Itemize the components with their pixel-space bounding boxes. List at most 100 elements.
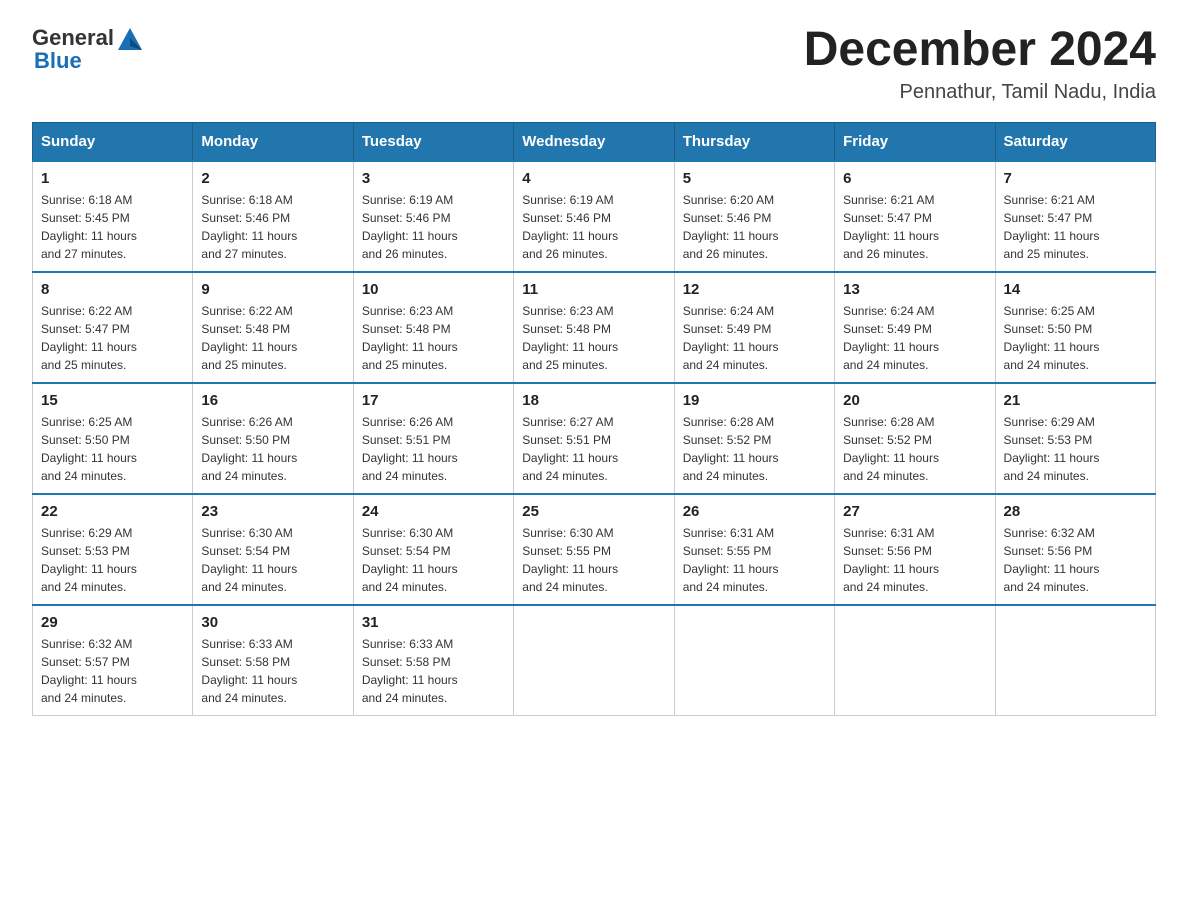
day-number: 22 — [41, 503, 184, 520]
empty-cell — [674, 605, 834, 716]
day-info: Sunrise: 6:21 AMSunset: 5:47 PMDaylight:… — [1004, 191, 1147, 263]
day-number: 21 — [1004, 392, 1147, 409]
day-number: 27 — [843, 503, 986, 520]
day-number: 7 — [1004, 170, 1147, 187]
empty-cell — [995, 605, 1155, 716]
day-number: 5 — [683, 170, 826, 187]
day-cell-24: 24 Sunrise: 6:30 AMSunset: 5:54 PMDayligh… — [353, 494, 513, 605]
day-number: 11 — [522, 281, 665, 298]
day-cell-27: 27 Sunrise: 6:31 AMSunset: 5:56 PMDayligh… — [835, 494, 995, 605]
day-info: Sunrise: 6:25 AMSunset: 5:50 PMDaylight:… — [41, 413, 184, 485]
day-number: 9 — [201, 281, 344, 298]
day-number: 19 — [683, 392, 826, 409]
day-cell-2: 2 Sunrise: 6:18 AMSunset: 5:46 PMDaylight… — [193, 161, 353, 272]
day-cell-30: 30Sunrise: 6:33 AMSunset: 5:58 PMDayligh… — [193, 605, 353, 716]
day-number: 20 — [843, 392, 986, 409]
weekday-header-tuesday: Tuesday — [353, 122, 513, 161]
day-info: Sunrise: 6:30 AMSunset: 5:54 PMDaylight:… — [362, 524, 505, 596]
weekday-header-row: SundayMondayTuesdayWednesdayThursdayFrid… — [33, 122, 1156, 161]
day-cell-18: 18 Sunrise: 6:27 AMSunset: 5:51 PMDayligh… — [514, 383, 674, 494]
day-info: Sunrise: 6:31 AMSunset: 5:55 PMDaylight:… — [683, 524, 826, 596]
day-number: 29 — [41, 614, 184, 631]
day-cell-21: 21 Sunrise: 6:29 AMSunset: 5:53 PMDayligh… — [995, 383, 1155, 494]
day-info: Sunrise: 6:19 AMSunset: 5:46 PMDaylight:… — [362, 191, 505, 263]
day-cell-13: 13Sunrise: 6:24 AMSunset: 5:49 PMDayligh… — [835, 272, 995, 383]
day-number: 16 — [201, 392, 344, 409]
day-cell-11: 11Sunrise: 6:23 AMSunset: 5:48 PMDayligh… — [514, 272, 674, 383]
day-number: 24 — [362, 503, 505, 520]
day-number: 8 — [41, 281, 184, 298]
day-number: 23 — [201, 503, 344, 520]
day-cell-26: 26 Sunrise: 6:31 AMSunset: 5:55 PMDayligh… — [674, 494, 834, 605]
day-number: 4 — [522, 170, 665, 187]
page-header: General Blue December 2024 Pennathur, Ta… — [32, 24, 1156, 104]
day-cell-5: 5 Sunrise: 6:20 AMSunset: 5:46 PMDaylight… — [674, 161, 834, 272]
day-number: 18 — [522, 392, 665, 409]
day-cell-22: 22Sunrise: 6:29 AMSunset: 5:53 PMDayligh… — [33, 494, 193, 605]
day-info: Sunrise: 6:31 AMSunset: 5:56 PMDaylight:… — [843, 524, 986, 596]
day-number: 25 — [522, 503, 665, 520]
day-cell-12: 12 Sunrise: 6:24 AMSunset: 5:49 PMDayligh… — [674, 272, 834, 383]
day-number: 31 — [362, 614, 505, 631]
day-cell-8: 8 Sunrise: 6:22 AMSunset: 5:47 PMDaylight… — [33, 272, 193, 383]
day-info: Sunrise: 6:18 AMSunset: 5:45 PMDaylight:… — [41, 191, 184, 263]
day-info: Sunrise: 6:20 AMSunset: 5:46 PMDaylight:… — [683, 191, 826, 263]
day-info: Sunrise: 6:26 AMSunset: 5:50 PMDaylight:… — [201, 413, 344, 485]
day-info: Sunrise: 6:22 AMSunset: 5:47 PMDaylight:… — [41, 302, 184, 374]
day-number: 13 — [843, 281, 986, 298]
week-row-2: 8 Sunrise: 6:22 AMSunset: 5:47 PMDaylight… — [33, 272, 1156, 383]
day-cell-17: 17 Sunrise: 6:26 AMSunset: 5:51 PMDayligh… — [353, 383, 513, 494]
day-number: 28 — [1004, 503, 1147, 520]
week-row-5: 29 Sunrise: 6:32 AMSunset: 5:57 PMDayligh… — [33, 605, 1156, 716]
day-info: Sunrise: 6:26 AMSunset: 5:51 PMDaylight:… — [362, 413, 505, 485]
day-info: Sunrise: 6:24 AMSunset: 5:49 PMDaylight:… — [683, 302, 826, 374]
day-info: Sunrise: 6:28 AMSunset: 5:52 PMDaylight:… — [683, 413, 826, 485]
day-number: 12 — [683, 281, 826, 298]
title-block: December 2024 Pennathur, Tamil Nadu, Ind… — [804, 24, 1156, 104]
week-row-4: 22Sunrise: 6:29 AMSunset: 5:53 PMDayligh… — [33, 494, 1156, 605]
empty-cell — [514, 605, 674, 716]
logo-blue-text: Blue — [34, 48, 82, 74]
day-info: Sunrise: 6:21 AMSunset: 5:47 PMDaylight:… — [843, 191, 986, 263]
day-number: 15 — [41, 392, 184, 409]
day-number: 26 — [683, 503, 826, 520]
day-cell-28: 28Sunrise: 6:32 AMSunset: 5:56 PMDayligh… — [995, 494, 1155, 605]
day-cell-6: 6Sunrise: 6:21 AMSunset: 5:47 PMDaylight… — [835, 161, 995, 272]
day-cell-15: 15 Sunrise: 6:25 AMSunset: 5:50 PMDayligh… — [33, 383, 193, 494]
weekday-header-monday: Monday — [193, 122, 353, 161]
day-number: 10 — [362, 281, 505, 298]
day-number: 17 — [362, 392, 505, 409]
day-info: Sunrise: 6:25 AMSunset: 5:50 PMDaylight:… — [1004, 302, 1147, 374]
day-info: Sunrise: 6:28 AMSunset: 5:52 PMDaylight:… — [843, 413, 986, 485]
weekday-header-sunday: Sunday — [33, 122, 193, 161]
week-row-3: 15 Sunrise: 6:25 AMSunset: 5:50 PMDayligh… — [33, 383, 1156, 494]
day-info: Sunrise: 6:32 AMSunset: 5:57 PMDaylight:… — [41, 635, 184, 707]
logo: General Blue — [32, 24, 144, 74]
day-cell-23: 23 Sunrise: 6:30 AMSunset: 5:54 PMDayligh… — [193, 494, 353, 605]
day-info: Sunrise: 6:33 AMSunset: 5:58 PMDaylight:… — [201, 635, 344, 707]
day-info: Sunrise: 6:18 AMSunset: 5:46 PMDaylight:… — [201, 191, 344, 263]
day-info: Sunrise: 6:29 AMSunset: 5:53 PMDaylight:… — [1004, 413, 1147, 485]
calendar-table: SundayMondayTuesdayWednesdayThursdayFrid… — [32, 122, 1156, 716]
day-info: Sunrise: 6:30 AMSunset: 5:54 PMDaylight:… — [201, 524, 344, 596]
week-row-1: 1 Sunrise: 6:18 AMSunset: 5:45 PMDaylight… — [33, 161, 1156, 272]
day-number: 3 — [362, 170, 505, 187]
day-cell-9: 9Sunrise: 6:22 AMSunset: 5:48 PMDaylight… — [193, 272, 353, 383]
day-info: Sunrise: 6:27 AMSunset: 5:51 PMDaylight:… — [522, 413, 665, 485]
day-number: 14 — [1004, 281, 1147, 298]
day-number: 2 — [201, 170, 344, 187]
weekday-header-friday: Friday — [835, 122, 995, 161]
day-cell-4: 4 Sunrise: 6:19 AMSunset: 5:46 PMDaylight… — [514, 161, 674, 272]
day-info: Sunrise: 6:19 AMSunset: 5:46 PMDaylight:… — [522, 191, 665, 263]
day-number: 1 — [41, 170, 184, 187]
weekday-header-thursday: Thursday — [674, 122, 834, 161]
location-subtitle: Pennathur, Tamil Nadu, India — [804, 81, 1156, 104]
day-cell-1: 1 Sunrise: 6:18 AMSunset: 5:45 PMDaylight… — [33, 161, 193, 272]
day-cell-19: 19 Sunrise: 6:28 AMSunset: 5:52 PMDayligh… — [674, 383, 834, 494]
day-cell-10: 10Sunrise: 6:23 AMSunset: 5:48 PMDayligh… — [353, 272, 513, 383]
day-cell-16: 16 Sunrise: 6:26 AMSunset: 5:50 PMDayligh… — [193, 383, 353, 494]
empty-cell — [835, 605, 995, 716]
day-cell-7: 7 Sunrise: 6:21 AMSunset: 5:47 PMDaylight… — [995, 161, 1155, 272]
day-cell-20: 20 Sunrise: 6:28 AMSunset: 5:52 PMDayligh… — [835, 383, 995, 494]
day-cell-31: 31Sunrise: 6:33 AMSunset: 5:58 PMDayligh… — [353, 605, 513, 716]
